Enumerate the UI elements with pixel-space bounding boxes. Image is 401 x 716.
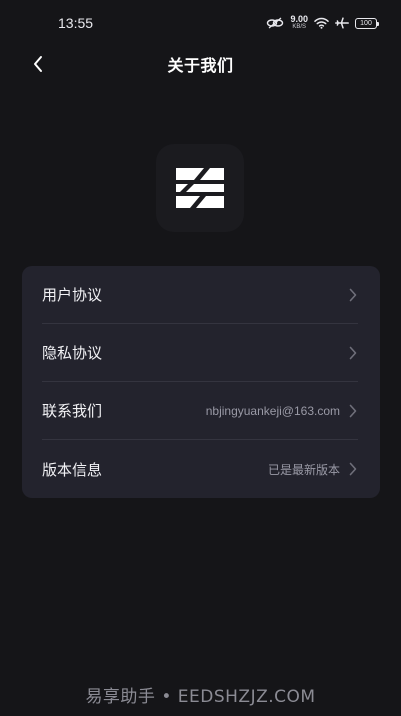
chevron-right-icon xyxy=(348,404,358,418)
app-logo xyxy=(156,144,244,232)
version-status: 已是最新版本 xyxy=(267,462,340,477)
airplane-icon xyxy=(335,17,349,29)
settings-item-user-agreement[interactable]: 用户协议 xyxy=(42,266,358,324)
settings-item-right xyxy=(348,346,358,360)
net-speed-unit: KB/S xyxy=(292,24,307,30)
status-icons: 9.00 KB/S 100 xyxy=(266,14,379,32)
settings-item-label: 用户协议 xyxy=(42,286,103,304)
net-speed: 9.00 KB/S xyxy=(290,14,308,31)
status-time: 13:55 xyxy=(58,15,94,31)
settings-item-right: 已是最新版本 xyxy=(268,461,358,478)
settings-item-contact-us[interactable]: 联系我们 nbjingyuankeji@163.com xyxy=(42,382,358,440)
status-bar: 13:55 9.00 KB/S 100 xyxy=(0,0,401,46)
watermark: 易享助手 • EEDSHZJZ.COM xyxy=(85,687,316,707)
settings-item-right: nbjingyuankeji@163.com xyxy=(206,404,358,418)
chevron-right-icon xyxy=(348,288,358,302)
chevron-right-icon xyxy=(348,462,358,476)
header: 关于我们 xyxy=(0,46,401,82)
settings-item-label: 联系我们 xyxy=(42,402,103,420)
settings-item-label: 版本信息 xyxy=(42,460,103,479)
battery-level: 100 xyxy=(360,19,372,27)
chevron-right-icon xyxy=(348,346,358,360)
settings-card: 用户协议 隐私协议 联系我们 nbjingyuankeji@163.com 版本… xyxy=(22,266,380,498)
settings-item-right xyxy=(348,288,358,302)
settings-item-label: 隐私协议 xyxy=(42,344,103,362)
link-icon xyxy=(266,17,284,29)
contact-email: nbjingyuankeji@163.com xyxy=(205,403,340,418)
net-speed-value: 9.00 xyxy=(290,14,308,24)
app-logo-icon xyxy=(172,162,228,214)
settings-item-version-info[interactable]: 版本信息 已是最新版本 xyxy=(42,440,358,498)
battery-icon: 100 xyxy=(355,17,379,29)
wifi-icon xyxy=(314,17,329,29)
page-title: 关于我们 xyxy=(167,56,234,75)
settings-item-privacy-agreement[interactable]: 隐私协议 xyxy=(42,324,358,382)
